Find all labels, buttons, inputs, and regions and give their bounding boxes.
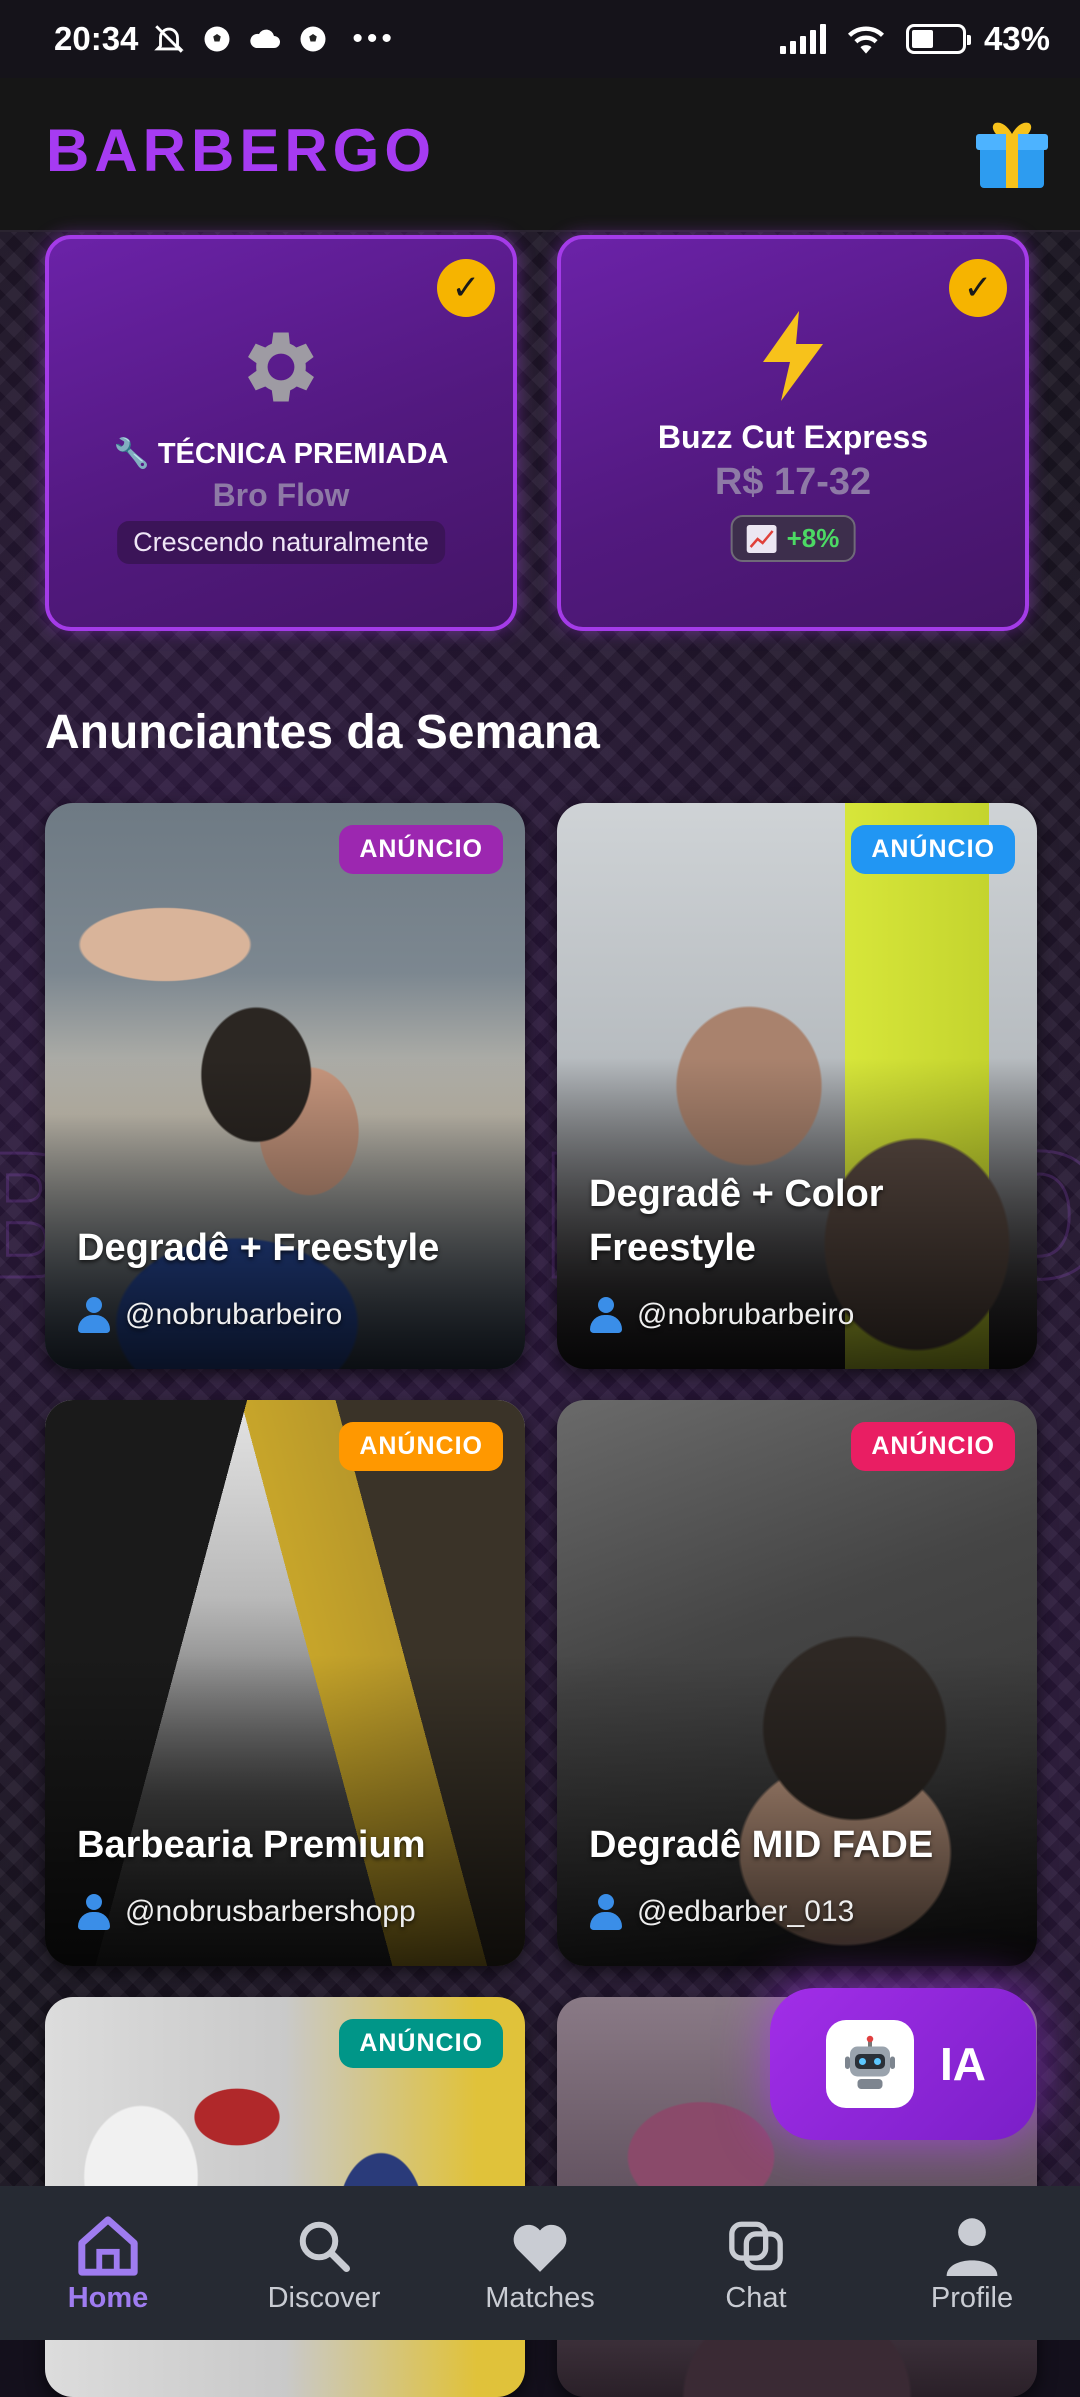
ad-card[interactable]: ANÚNCIO Degradê MID FADE @edbarber_013	[557, 1400, 1037, 1966]
battery-percent: 43%	[983, 20, 1050, 57]
nav-label: Discover	[267, 2282, 381, 2314]
ad-username: @nobrusbarbershopp	[125, 1895, 416, 1928]
bottom-navigation: Home Discover Matches Chat Profile	[0, 2186, 1080, 2340]
soccer-ball-icon	[204, 26, 230, 52]
status-time: 20:34	[54, 20, 139, 57]
check-icon: ✓	[437, 259, 495, 317]
ad-badge: ANÚNCIO	[339, 2019, 503, 2068]
ad-username: @nobrubarbeiro	[125, 1298, 343, 1331]
ad-card[interactable]: ANÚNCIO Barbearia Premium @nobrusbarbers…	[45, 1400, 525, 1966]
check-icon: ✓	[949, 259, 1007, 317]
home-icon	[78, 2216, 138, 2276]
more-notifications-icon: •••	[352, 22, 396, 55]
person-icon	[946, 2218, 998, 2276]
ad-title: Degradê + Freestyle	[77, 1227, 440, 1269]
signal-icon	[779, 24, 826, 54]
ad-badge: ANÚNCIO	[339, 1422, 503, 1471]
battery-icon	[905, 24, 971, 54]
search-icon	[299, 2221, 350, 2272]
technique-title: TÉCNICA PREMIADA	[157, 438, 449, 470]
nav-label: Chat	[725, 2282, 787, 2314]
technique-status: Crescendo naturalmente	[117, 521, 445, 564]
bell-muted-icon	[154, 25, 185, 53]
ad-title: Degradê + Color Freestyle	[589, 1173, 884, 1269]
user-icon	[77, 1894, 111, 1930]
ai-assistant-button[interactable]: IA	[770, 1988, 1036, 2140]
ad-username: @nobrubarbeiro	[637, 1298, 855, 1331]
technique-name: Bro Flow	[212, 477, 350, 513]
nav-label: Matches	[485, 2282, 595, 2314]
app-bar: BARBERGO	[0, 78, 1080, 232]
user-icon	[589, 1297, 623, 1333]
wifi-icon	[847, 26, 884, 54]
service-title: Buzz Cut Express	[657, 419, 929, 455]
user-icon	[589, 1894, 623, 1930]
user-icon	[77, 1297, 111, 1333]
cloud-icon	[250, 29, 281, 48]
service-price: R$ 17-32	[714, 461, 872, 503]
ad-card[interactable]: ANÚNCIO Degradê + Freestyle @nobrubarbei…	[45, 803, 525, 1369]
app-logo: BARBERGO	[46, 117, 437, 184]
nav-discover[interactable]: Discover	[224, 2186, 424, 2315]
nav-home[interactable]: Home	[8, 2186, 208, 2315]
nav-label: Home	[67, 2282, 149, 2314]
trend-value: +8%	[786, 523, 840, 553]
chart-up-icon	[746, 524, 777, 553]
technique-card[interactable]: ✓ 🔧 TÉCNICA PREMIADA Bro Flow Crescendo …	[45, 235, 517, 631]
gift-icon[interactable]	[972, 112, 1052, 192]
ad-card[interactable]: ANÚNCIO Degradê + Color Freestyle @nobru…	[557, 803, 1037, 1369]
wrench-icon: 🔧	[113, 438, 150, 470]
lightning-icon	[763, 311, 823, 401]
heart-icon	[513, 2224, 567, 2272]
ad-title: Barbearia Premium	[77, 1824, 426, 1866]
soccer-ball-icon	[300, 26, 326, 52]
ad-title: Degradê MID FADE	[589, 1824, 934, 1866]
status-bar: 20:34 ••• 43%	[0, 0, 1080, 78]
nav-matches[interactable]: Matches	[440, 2186, 640, 2315]
nav-label: Profile	[930, 2282, 1014, 2314]
ai-button-label: IA	[940, 2038, 986, 2090]
nav-chat[interactable]: Chat	[656, 2186, 856, 2315]
trend-badge: +8%	[730, 515, 856, 562]
gear-icon	[248, 332, 314, 402]
chat-icon	[729, 2221, 783, 2271]
nav-profile[interactable]: Profile	[872, 2186, 1072, 2315]
ad-badge: ANÚNCIO	[339, 825, 503, 874]
ad-badge: ANÚNCIO	[851, 1422, 1015, 1471]
ad-badge: ANÚNCIO	[851, 825, 1015, 874]
robot-icon	[845, 2035, 895, 2089]
section-title: Anunciantes da Semana	[45, 706, 600, 759]
service-card[interactable]: ✓ Buzz Cut Express R$ 17-32 +8%	[557, 235, 1029, 631]
ad-username: @edbarber_013	[637, 1895, 855, 1928]
